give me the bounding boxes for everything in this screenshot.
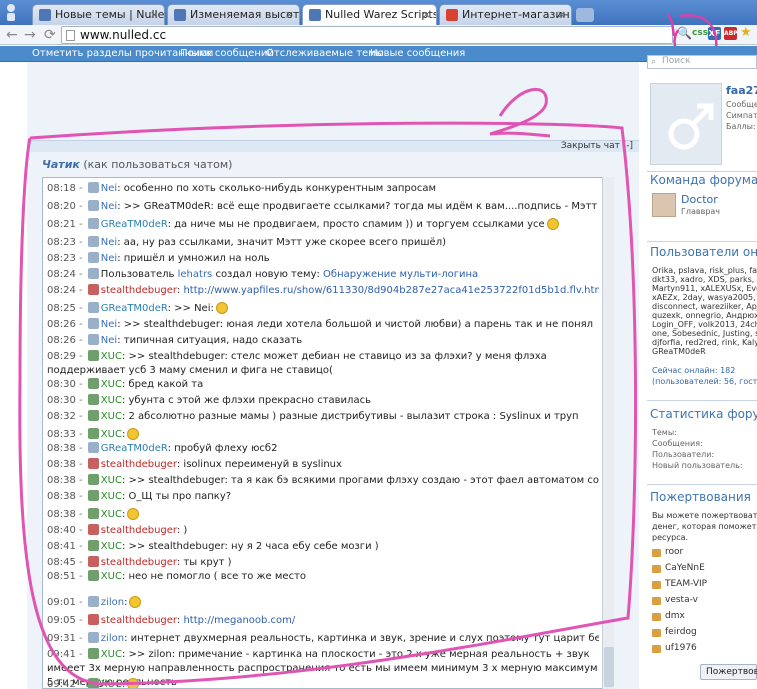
- donate-text-3: ресурса.: [652, 533, 689, 542]
- tab-nulled-active[interactable]: Nulled Warez Scripts ×: [302, 4, 437, 25]
- donor-item[interactable]: TEAM-VIP: [652, 578, 757, 592]
- favicon-icon: [446, 9, 458, 21]
- donate-text-2: денег, которая поможет разв: [652, 522, 757, 531]
- search-icon: ⌕: [651, 57, 657, 67]
- tab-new-topics[interactable]: Новые темы | Nulled W×: [32, 4, 165, 25]
- close-tab-icon[interactable]: ×: [285, 8, 294, 21]
- new-tab-button[interactable]: [576, 8, 594, 22]
- close-tab-icon[interactable]: ×: [150, 8, 159, 21]
- new-posts-link[interactable]: Новые сообщения: [370, 48, 465, 59]
- male-symbol-icon: [668, 103, 714, 150]
- user-avatar[interactable]: [650, 83, 722, 165]
- donor-badge-icon: [652, 613, 661, 621]
- tab-height[interactable]: Изменяемая высота ч×: [167, 4, 300, 25]
- donor-item[interactable]: roor: [652, 546, 757, 560]
- divider: [647, 241, 757, 242]
- donor-name: roor: [665, 547, 684, 557]
- page-icon: [66, 30, 75, 41]
- donor-item[interactable]: uf1976: [652, 642, 757, 656]
- close-tab-icon[interactable]: ×: [422, 8, 431, 21]
- donor-badge-icon: [652, 565, 661, 573]
- divider: [647, 400, 757, 401]
- back-arrow-icon[interactable]: ←: [6, 27, 18, 43]
- sidebar-search[interactable]: ⌕ Поиск: [647, 55, 757, 69]
- donor-name: feirdog: [665, 627, 697, 637]
- search-placeholder: Поиск: [662, 56, 691, 66]
- profile-icon[interactable]: [4, 3, 18, 21]
- donor-name: vesta-v: [665, 595, 698, 605]
- donate-text-1: Вы можете пожертвовать неб: [652, 511, 757, 520]
- stats-title: Статистика форума: [650, 407, 757, 421]
- doctor-avatar[interactable]: [652, 193, 676, 217]
- user-stat-points: Баллы:: [726, 122, 756, 131]
- reload-icon[interactable]: ⟳: [44, 27, 56, 43]
- stats-threads: Темы:: [652, 428, 677, 437]
- donor-name: dmx: [665, 611, 685, 621]
- divider: [647, 171, 757, 172]
- online-count: Сейчас онлайн: 182: [652, 366, 736, 375]
- donor-item[interactable]: CaYeNnE: [652, 562, 757, 576]
- divider: [647, 484, 757, 485]
- donor-name: uf1976: [665, 643, 697, 653]
- username[interactable]: faa27: [726, 84, 757, 97]
- donor-badge-icon: [652, 629, 661, 637]
- donate-title: Пожертвования: [650, 490, 751, 504]
- forum-nav-bar: Отметить разделы прочитанными Поиск сооб…: [0, 46, 757, 62]
- online-users-line[interactable]: GReaTM0deR: [652, 347, 706, 357]
- browser-tab-bar: Новые темы | Nulled W× Изменяемая высота…: [0, 0, 757, 25]
- donor-name: CaYeNnE: [665, 563, 705, 573]
- close-tab-icon[interactable]: ×: [557, 8, 566, 21]
- address-bar[interactable]: www.nulled.cc: [61, 26, 673, 44]
- stats-messages: Сообщения:: [652, 439, 703, 448]
- online-detail: (пользователей: 56, гостей: 1: [652, 377, 757, 386]
- donor-badge-icon: [652, 597, 661, 605]
- donor-badge-icon: [652, 581, 661, 589]
- annotation-circle-2: [18, 88, 638, 686]
- donor-badge-icon: [652, 549, 661, 557]
- team-member-name[interactable]: Doctor: [681, 193, 718, 206]
- stats-new-user: Новый пользователь:: [652, 461, 743, 470]
- donor-item[interactable]: feirdog: [652, 626, 757, 640]
- watched-threads-link[interactable]: Отслеживаемые темы: [266, 48, 384, 59]
- favicon-icon: [39, 9, 51, 21]
- forward-arrow-icon[interactable]: →: [24, 27, 36, 43]
- donate-button[interactable]: Пожертвовать: [700, 664, 757, 680]
- team-member-role: Главврач: [681, 207, 721, 216]
- donor-name: TEAM-VIP: [665, 579, 708, 589]
- team-title: Команда форума в с: [650, 173, 757, 187]
- donor-badge-icon: [652, 645, 661, 653]
- adblock-icon[interactable]: ABP: [724, 27, 738, 40]
- browser-toolbar: ← → ⟳ www.nulled.cc: [0, 25, 757, 45]
- donor-item[interactable]: vesta-v: [652, 594, 757, 608]
- stats-users: Пользователи:: [652, 450, 715, 459]
- user-stat-likes: Симпати: [726, 111, 757, 120]
- star-icon[interactable]: ★: [740, 25, 752, 40]
- donor-item[interactable]: dmx: [652, 610, 757, 624]
- online-title: Пользователи онлай: [650, 245, 757, 259]
- tab-shop[interactable]: Интернет-магазин Сі ×: [439, 4, 572, 25]
- favicon-icon: [309, 9, 321, 21]
- user-stat-messages: Сообщен: [726, 100, 757, 109]
- favicon-icon: [174, 9, 186, 21]
- search-messages-link[interactable]: Поиск сообщений: [180, 48, 274, 59]
